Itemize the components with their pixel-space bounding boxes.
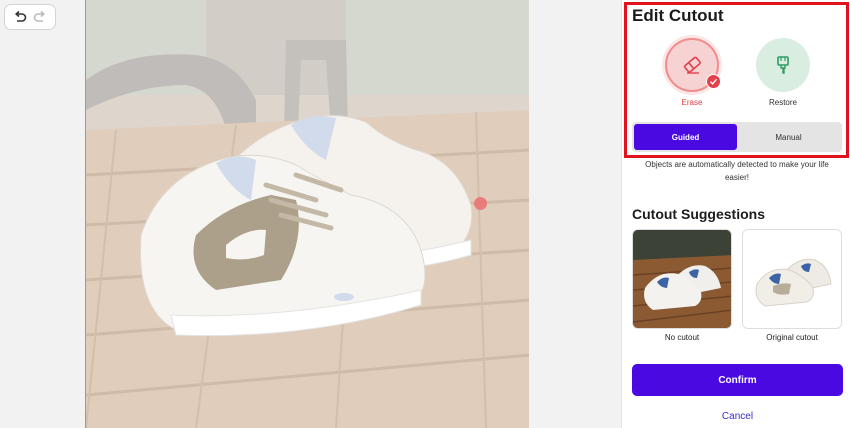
brush-icon <box>777 56 789 74</box>
manual-mode-button[interactable]: Manual <box>737 124 840 150</box>
suggestions-title: Cutout Suggestions <box>632 206 765 222</box>
undo-icon <box>14 10 27 22</box>
restore-button[interactable] <box>756 38 810 92</box>
undo-redo-toolbar <box>4 4 56 30</box>
eraser-icon <box>683 56 701 74</box>
undo-button[interactable] <box>11 8 29 26</box>
erase-tool[interactable]: Erase <box>657 38 727 107</box>
suggestion-original-cutout[interactable]: Original cutout <box>742 229 842 342</box>
guided-mode-button[interactable]: Guided <box>634 124 737 150</box>
panel-title: Edit Cutout <box>632 6 724 25</box>
suggestion-no-cutout[interactable]: No cutout <box>632 229 732 342</box>
original-cutout-thumbnail <box>742 229 842 329</box>
restore-tool[interactable]: Restore <box>748 38 818 107</box>
cancel-link[interactable]: Cancel <box>632 411 843 422</box>
edit-cutout-panel: Edit Cutout Erase Restore Guided Manual … <box>621 0 850 428</box>
mode-hint: Objects are automatically detected to ma… <box>645 160 829 182</box>
no-cutout-thumbnail <box>632 229 732 329</box>
editing-canvas[interactable] <box>85 0 529 428</box>
selected-check-icon <box>706 74 721 89</box>
mode-toggle: Guided Manual <box>632 122 842 152</box>
redo-icon <box>33 10 46 22</box>
original-cutout-label: Original cutout <box>766 333 818 342</box>
erase-button[interactable] <box>665 38 721 92</box>
no-cutout-label: No cutout <box>664 333 700 342</box>
erase-label: Erase <box>681 98 703 107</box>
restore-label: Restore <box>768 98 797 107</box>
shoe-photo <box>86 0 529 428</box>
confirm-button[interactable]: Confirm <box>632 364 843 396</box>
redo-button[interactable] <box>31 8 49 26</box>
brush-cursor <box>474 197 487 210</box>
